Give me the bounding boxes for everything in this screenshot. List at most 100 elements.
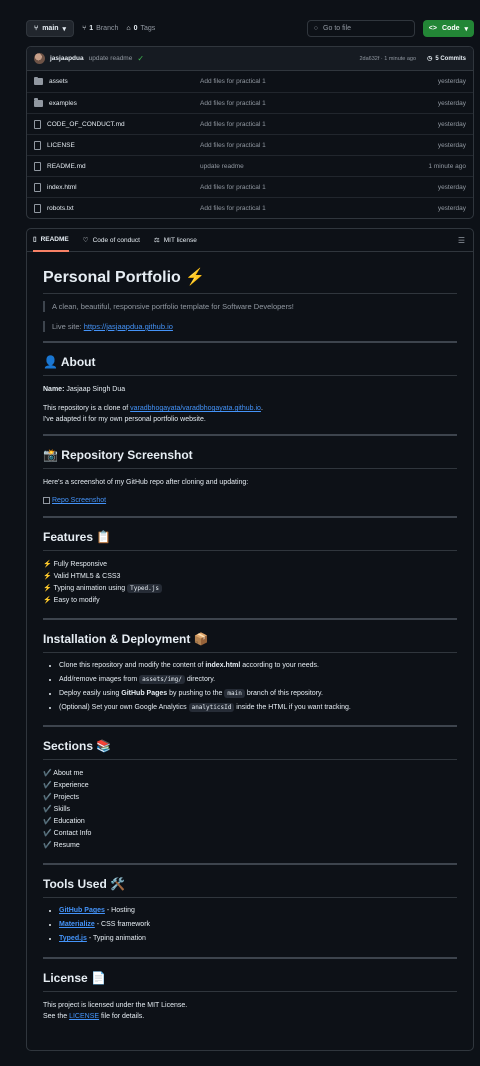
install-text: Add/remove images from	[59, 676, 138, 683]
tab-license[interactable]: ⚖ MIT license	[154, 229, 197, 252]
file-name[interactable]: LICENSE	[47, 142, 75, 149]
file-row[interactable]: assets Add files for practical 1 yesterd…	[27, 71, 473, 92]
commit-sha-time[interactable]: 2da632f · 1 minute ago	[359, 56, 416, 62]
code-button[interactable]: <> Code ▾	[422, 20, 474, 37]
feature-text: ⚡ Easy to modify	[43, 597, 100, 604]
file-row[interactable]: robots.txt Add files for practical 1 yes…	[27, 197, 473, 218]
tool-link[interactable]: GitHub Pages	[59, 907, 105, 914]
code-label: Code	[441, 25, 460, 32]
image-alt-text: Repo Screenshot	[52, 497, 107, 504]
features-list: ⚡ Fully Responsive ⚡ Valid HTML5 & CSS3 …	[43, 559, 457, 607]
install-bold: index.html	[205, 662, 241, 669]
tab-code-of-conduct[interactable]: ♡ Code of conduct	[83, 229, 140, 252]
branch-selector[interactable]: ⑂ main ▾	[26, 20, 75, 37]
install-item: (Optional) Set your own Google Analytics…	[59, 701, 457, 715]
avatar[interactable]	[34, 53, 45, 64]
tags-link[interactable]: ⌂ 0 Tags	[126, 25, 155, 32]
search-icon: ○	[313, 25, 319, 32]
section-item: ✔️ Experience	[43, 782, 89, 789]
tool-desc: - CSS framework	[96, 921, 151, 928]
readme-content: Personal Portfolio ⚡ A clean, beautiful,…	[27, 267, 473, 1022]
feature-item: ⚡ Fully Responsive	[43, 559, 457, 571]
divider	[43, 725, 457, 727]
clone-source-link[interactable]: varadbhogayata/varadbhogayata.github.io	[130, 405, 261, 412]
file-row[interactable]: examples Add files for practical 1 yeste…	[27, 92, 473, 113]
folder-icon	[34, 76, 43, 85]
code-icon: <>	[428, 25, 437, 32]
tools-heading: Tools Used 🛠️	[43, 877, 457, 898]
commit-author[interactable]: jasjaapdua	[50, 55, 84, 62]
license-see-text: See the	[43, 1013, 68, 1020]
name-value: Jasjaap Singh Dua	[66, 386, 126, 393]
commit-message[interactable]: update readme	[89, 55, 133, 62]
file-row[interactable]: LICENSE Add files for practical 1 yester…	[27, 134, 473, 155]
screenshot-heading: 📸 Repository Screenshot	[43, 448, 457, 469]
tag-icon: ⌂	[126, 25, 131, 32]
tagline: A clean, beautiful, responsive portfolio…	[52, 302, 294, 311]
features-heading: Features 📋	[43, 530, 457, 551]
tagline-quote: A clean, beautiful, responsive portfolio…	[43, 301, 457, 312]
divider	[43, 434, 457, 436]
section-item: ✔️ Education	[43, 818, 85, 825]
tab-readme[interactable]: ▯ README	[33, 229, 69, 252]
file-name[interactable]: examples	[49, 100, 77, 107]
about-heading: 👤 About	[43, 355, 457, 376]
live-site-link[interactable]: https://jasjaapdua.github.io	[84, 322, 173, 331]
file-row[interactable]: README.md update readme 1 minute ago	[27, 155, 473, 176]
file-age: yesterday	[437, 78, 466, 85]
file-commit-message[interactable]: Add files for practical 1	[200, 100, 438, 107]
repo-screenshot-image[interactable]: Repo Screenshot	[43, 497, 457, 504]
file-name[interactable]: index.html	[47, 184, 77, 191]
tags-label: Tags	[140, 25, 156, 32]
tool-link[interactable]: Materialize	[59, 921, 95, 928]
repo-toolbar: ⑂ main ▾ ⑂ 1 Branch ⌂ 0 Tags ○ Go to fil…	[26, 20, 474, 37]
file-row[interactable]: index.html Add files for practical 1 yes…	[27, 176, 473, 197]
commits-label: 5 Commits	[435, 55, 466, 62]
license-heading: License 📄	[43, 971, 457, 992]
install-list: Clone this repository and modify the con…	[59, 659, 457, 715]
file-commit-message[interactable]: Add files for practical 1	[200, 78, 438, 85]
go-to-file-input[interactable]: ○ Go to file	[306, 20, 415, 37]
file-commit-message[interactable]: Add files for practical 1	[200, 205, 438, 212]
chevron-down-icon: ▾	[62, 25, 67, 33]
file-name[interactable]: README.md	[47, 163, 86, 170]
branches-count: 1	[89, 25, 94, 32]
file-name[interactable]: assets	[49, 78, 68, 85]
branches-link[interactable]: ⑂ 1 Branch	[82, 25, 118, 32]
file-commit-message[interactable]: Add files for practical 1	[200, 142, 438, 149]
file-name[interactable]: robots.txt	[47, 205, 74, 212]
file-commit-message[interactable]: update readme	[200, 163, 428, 170]
divider	[43, 863, 457, 865]
tool-desc: - Typing animation	[88, 935, 146, 942]
divider	[43, 516, 457, 518]
file-list: assets Add files for practical 1 yesterd…	[27, 71, 473, 218]
file-icon	[34, 203, 41, 213]
file-age: yesterday	[437, 141, 466, 149]
license-link[interactable]: LICENSE	[69, 1013, 99, 1020]
section-item: ✔️ Skills	[43, 806, 70, 813]
install-text: directory.	[186, 676, 216, 683]
feature-code: Typed.js	[127, 584, 162, 593]
file-name[interactable]: CODE_OF_CONDUCT.md	[47, 121, 125, 128]
tool-item: Materialize - CSS framework	[59, 918, 457, 932]
outline-icon[interactable]: ☰	[458, 236, 465, 245]
feature-item: ⚡ Typing animation using Typed.js	[43, 583, 457, 595]
commits-link[interactable]: ◷ 5 Commits	[427, 55, 466, 63]
folder-icon	[34, 98, 43, 107]
license-see-line: See the LICENSE file for details.	[43, 1011, 457, 1022]
file-commit-message[interactable]: Add files for practical 1	[200, 184, 438, 191]
section-item: ✔️ Resume	[43, 842, 80, 849]
history-icon: ◷	[427, 56, 433, 62]
tab-label: Code of conduct	[92, 236, 140, 244]
file-row[interactable]: CODE_OF_CONDUCT.md Add files for practic…	[27, 113, 473, 134]
section-item: ✔️ Contact Info	[43, 830, 92, 837]
screenshot-text: Here's a screenshot of my GitHub repo af…	[43, 479, 249, 486]
branch-icon: ⑂	[82, 25, 87, 32]
file-commit-message[interactable]: Add files for practical 1	[200, 121, 438, 128]
tool-link[interactable]: Typed.js	[59, 935, 87, 942]
check-icon[interactable]: ✓	[137, 54, 144, 63]
feature-item: ⚡ Valid HTML5 & CSS3	[43, 571, 457, 583]
file-age: 1 minute ago	[428, 162, 466, 170]
heart-icon: ♡	[82, 237, 89, 244]
feature-text: ⚡ Valid HTML5 & CSS3	[43, 573, 121, 580]
